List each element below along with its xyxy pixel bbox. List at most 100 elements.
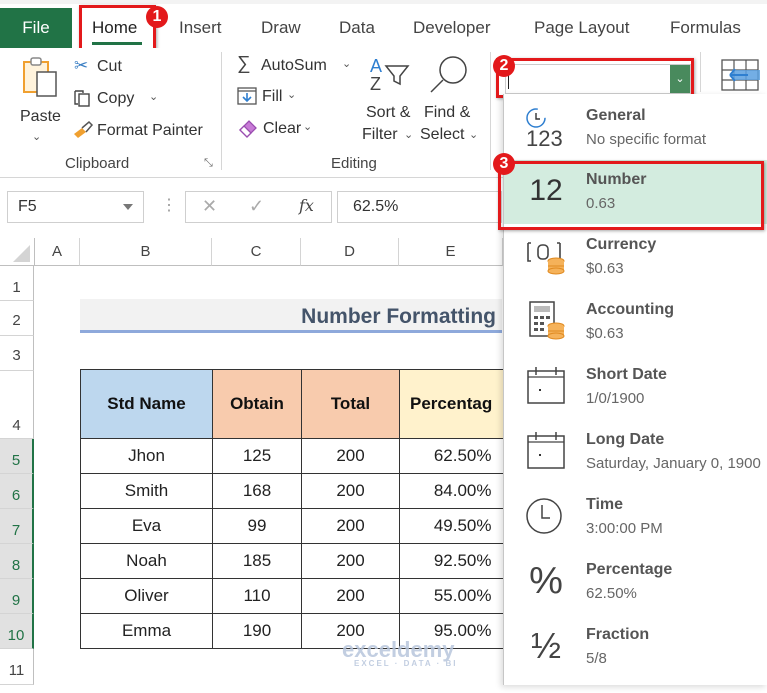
tab-draw[interactable]: Draw xyxy=(261,10,301,46)
format-option-fraction[interactable]: ½ Fraction 5/8 xyxy=(504,615,767,679)
cell-obtain[interactable]: 99 xyxy=(212,508,302,544)
insert-function-icon[interactable]: fx xyxy=(299,196,314,215)
cell-total[interactable]: 200 xyxy=(301,438,400,474)
cell-obtain[interactable]: 110 xyxy=(212,578,302,614)
header-std-name[interactable]: Std Name xyxy=(80,369,213,439)
cell-obtain[interactable]: 125 xyxy=(212,438,302,474)
cell-percentage[interactable]: 84.00% xyxy=(399,473,504,509)
column-header-c[interactable]: C xyxy=(212,238,301,266)
column-header-b[interactable]: B xyxy=(80,238,212,266)
cut-button[interactable]: ✂ Cut xyxy=(72,56,132,78)
cell-percentage[interactable]: 92.50% xyxy=(399,543,504,579)
chevron-down-icon: ⌄ xyxy=(404,129,414,141)
enter-check-icon[interactable]: ✓ xyxy=(249,196,264,217)
more-options-icon[interactable]: ⋮ xyxy=(161,195,177,215)
cell-obtain[interactable]: 185 xyxy=(212,543,302,579)
watermark-logo: exceldemy EXCEL · DATA · BI xyxy=(312,637,457,668)
callout-badge-1: 1 xyxy=(146,6,168,28)
chevron-down-icon: ⌄ xyxy=(303,121,313,133)
format-option-time[interactable]: Time 3:00:00 PM xyxy=(504,485,767,549)
tab-file[interactable]: File xyxy=(0,8,72,48)
cell-obtain[interactable]: 190 xyxy=(212,613,302,649)
chevron-down-icon: ⌄ xyxy=(342,58,352,70)
find-select-button[interactable]: Find & Select ⌄ xyxy=(419,54,478,150)
calendar-icon xyxy=(524,428,568,474)
sort-filter-button[interactable]: A Z Sort & Filter ⌄ xyxy=(362,54,417,150)
row-header-1[interactable]: 1 xyxy=(0,266,34,301)
format-sample: $0.63 xyxy=(586,325,624,342)
header-total[interactable]: Total xyxy=(301,369,400,439)
paste-button[interactable]: Paste ⌄ xyxy=(14,54,64,149)
row-header-6[interactable]: 6 xyxy=(0,474,34,509)
row-header-4[interactable]: 4 xyxy=(0,371,34,439)
formula-value: 62.5% xyxy=(353,198,399,215)
tab-formulas[interactable]: Formulas xyxy=(670,10,741,46)
tab-developer[interactable]: Developer xyxy=(413,10,491,46)
cancel-icon[interactable]: ✕ xyxy=(202,196,217,217)
find-select-label-2: Select xyxy=(420,126,465,143)
copy-label: Copy xyxy=(97,90,135,107)
row-header-3[interactable]: 3 xyxy=(0,336,34,371)
format-painter-button[interactable]: Format Painter xyxy=(72,120,207,142)
cell-obtain[interactable]: 168 xyxy=(212,473,302,509)
cell-percentage[interactable]: 62.50% xyxy=(399,438,504,474)
header-obtain[interactable]: Obtain xyxy=(212,369,302,439)
callout-box-number-format xyxy=(496,58,694,98)
calendar-icon xyxy=(524,363,568,409)
cell-total[interactable]: 200 xyxy=(301,473,400,509)
autosum-button[interactable]: ∑ AutoSum ⌄ xyxy=(237,53,357,77)
clear-button[interactable]: Clear ⌄ xyxy=(237,118,317,140)
row-header-7[interactable]: 7 xyxy=(0,509,34,544)
format-sample: 62.50% xyxy=(586,585,637,602)
cell-std-name[interactable]: Jhon xyxy=(80,438,213,474)
format-name: Time xyxy=(586,496,624,513)
row-header-8[interactable]: 8 xyxy=(0,544,34,579)
row-header-11[interactable]: 11 xyxy=(0,649,34,685)
sheet-title-cell[interactable]: Number Formatting xyxy=(80,299,502,333)
decrease-decimal-icon[interactable] xyxy=(718,58,762,92)
row-header-2[interactable]: 2 xyxy=(0,301,34,336)
header-percentage[interactable]: Percentag xyxy=(399,369,504,439)
cell-percentage[interactable]: 55.00% xyxy=(399,578,504,614)
tab-page-layout[interactable]: Page Layout xyxy=(534,10,629,46)
column-header-a[interactable]: A xyxy=(35,238,80,266)
copy-button[interactable]: Copy ⌄ xyxy=(72,88,162,110)
callout-box-number-option xyxy=(498,161,764,230)
cell-percentage[interactable]: 49.50% xyxy=(399,508,504,544)
format-option-currency[interactable]: Currency $0.63 xyxy=(504,225,767,289)
caret-down-icon xyxy=(123,204,133,210)
name-box[interactable]: F5 xyxy=(7,191,144,223)
currency-icon xyxy=(524,233,568,279)
tab-insert[interactable]: Insert xyxy=(179,10,222,46)
sort-filter-label-2: Filter xyxy=(362,126,398,143)
cell-std-name[interactable]: Noah xyxy=(80,543,213,579)
column-header-d[interactable]: D xyxy=(301,238,399,266)
callout-badge-2: 2 xyxy=(493,55,515,77)
cell-std-name[interactable]: Eva xyxy=(80,508,213,544)
cell-total[interactable]: 200 xyxy=(301,508,400,544)
format-option-percentage[interactable]: % Percentage 62.50% xyxy=(504,550,767,614)
cell-std-name[interactable]: Oliver xyxy=(80,578,213,614)
row-header-10[interactable]: 10 xyxy=(0,614,34,649)
format-option-long-date[interactable]: Long Date Saturday, January 0, 1900 xyxy=(504,420,767,484)
tab-data[interactable]: Data xyxy=(339,10,375,46)
format-sample: No specific format xyxy=(586,131,707,148)
format-sample: 3:00:00 PM xyxy=(586,520,663,537)
format-option-general[interactable]: 123 General No specific format xyxy=(504,96,767,160)
percent-icon: % xyxy=(529,559,563,602)
cell-total[interactable]: 200 xyxy=(301,543,400,579)
formula-input[interactable]: 62.5% xyxy=(337,191,502,223)
cell-std-name[interactable]: Emma xyxy=(80,613,213,649)
format-option-short-date[interactable]: Short Date 1/0/1900 xyxy=(504,355,767,419)
row-header-5[interactable]: 5 xyxy=(0,439,34,474)
fill-button[interactable]: Fill ⌄ xyxy=(237,86,302,108)
cell-total[interactable]: 200 xyxy=(301,578,400,614)
format-option-accounting[interactable]: Accounting $0.63 xyxy=(504,290,767,354)
row-header-9[interactable]: 9 xyxy=(0,579,34,614)
cell-std-name[interactable]: Smith xyxy=(80,473,213,509)
table-header-row: Std Name Obtain Total Percentag xyxy=(80,369,504,439)
column-header-e[interactable]: E xyxy=(399,238,503,266)
select-all-corner[interactable] xyxy=(0,238,35,266)
format-name: Accounting xyxy=(586,301,674,318)
dialog-launcher-icon[interactable]: ⤡ xyxy=(204,157,213,170)
